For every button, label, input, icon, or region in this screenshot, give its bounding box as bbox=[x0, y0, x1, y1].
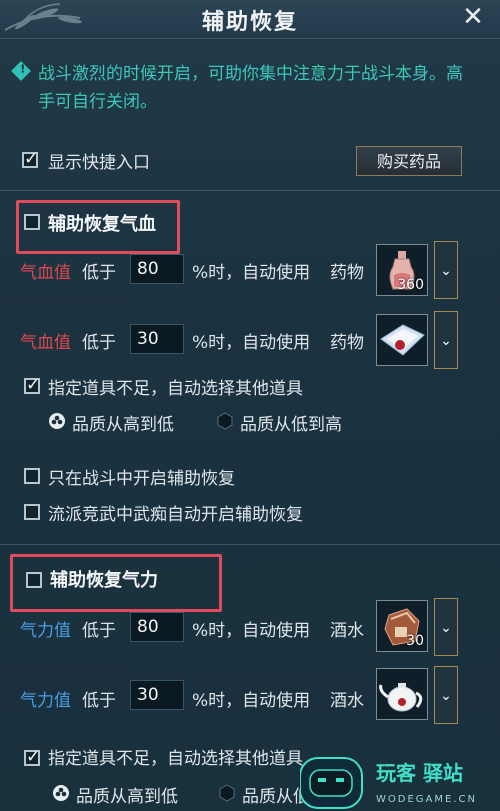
tip-text: 战斗激烈的时候开启，可助你集中注意力于战斗本身。高手可自行关闭。 bbox=[38, 64, 463, 112]
mp-item-slot-2[interactable] bbox=[376, 668, 428, 720]
window-title: 辅助恢复 bbox=[201, 10, 298, 35]
chevron-down-icon[interactable]: ⌄ bbox=[434, 598, 458, 656]
hp-recovery-checkbox[interactable] bbox=[24, 214, 40, 230]
quality-high-to-low-label: 品质从高到低 bbox=[76, 787, 178, 807]
only-in-battle-label: 只在战斗中开启辅助恢复 bbox=[48, 469, 235, 489]
title-bar: 辅助恢复 ✕ bbox=[0, 0, 500, 39]
mp-section-title: 辅助恢复气力 bbox=[50, 570, 158, 591]
hp-auto-select-checkbox[interactable] bbox=[24, 375, 40, 395]
section-divider bbox=[0, 544, 500, 545]
auto-recovery-panel: 辅助恢复 ✕ 战斗激烈的时候开启，可助你集中注意力于战斗本身。高手可自行关闭。 … bbox=[0, 0, 500, 811]
mp-auto-select-checkbox[interactable] bbox=[24, 747, 40, 767]
mp-stat-label: 气力值 bbox=[20, 621, 71, 641]
close-icon[interactable]: ✕ bbox=[460, 4, 486, 30]
hp-stat-label: 气血值 bbox=[20, 263, 71, 283]
auto-use-label: %时，自动使用 bbox=[192, 263, 311, 283]
radio-selected-icon[interactable] bbox=[52, 784, 70, 802]
school-arena-label: 流派竞武中武痴自动开启辅助恢复 bbox=[48, 505, 303, 525]
item-type-label: 酒水 bbox=[330, 691, 364, 711]
info-icon bbox=[11, 61, 31, 81]
below-label: 低于 bbox=[82, 621, 116, 641]
teapot-icon bbox=[379, 683, 423, 712]
item-type-label: 酒水 bbox=[330, 621, 364, 641]
hp-auto-select-label: 指定道具不足，自动选择其他道具 bbox=[48, 379, 303, 399]
hp-item-slot-1[interactable]: 360 bbox=[376, 244, 428, 296]
auto-use-label: %时，自动使用 bbox=[192, 691, 311, 711]
radio-selected-icon[interactable] bbox=[48, 412, 66, 430]
show-shortcut-label: 显示快捷入口 bbox=[48, 153, 150, 173]
below-label: 低于 bbox=[82, 263, 116, 283]
mp-stat-label: 气力值 bbox=[20, 691, 71, 711]
show-shortcut-checkbox[interactable] bbox=[22, 149, 38, 169]
item-quantity: 30 bbox=[406, 633, 424, 649]
hp-stat-label: 气血值 bbox=[20, 333, 71, 353]
quality-low-to-high-label: 品质从低到高 bbox=[240, 415, 342, 435]
mp-threshold-input-2[interactable]: 30 bbox=[130, 680, 184, 710]
mp-threshold-input-1[interactable]: 80 bbox=[130, 612, 184, 642]
mp-auto-select-label: 指定道具不足，自动选择其他道具 bbox=[48, 749, 303, 769]
hp-threshold-input-2[interactable]: 30 bbox=[130, 324, 184, 354]
item-type-label: 药物 bbox=[330, 333, 364, 353]
only-in-battle-checkbox[interactable] bbox=[24, 468, 40, 484]
radio-unselected-icon[interactable] bbox=[216, 412, 234, 430]
item-quantity: 360 bbox=[397, 277, 424, 293]
quality-high-to-low-label: 品质从高到低 bbox=[72, 415, 174, 435]
chevron-down-icon[interactable]: ⌄ bbox=[434, 666, 458, 724]
section-divider bbox=[0, 190, 500, 191]
svg-text:WODEGAME.CN: WODEGAME.CN bbox=[376, 794, 477, 805]
chevron-down-icon[interactable]: ⌄ bbox=[434, 241, 458, 299]
chevron-down-icon[interactable]: ⌄ bbox=[434, 311, 458, 369]
site-watermark-logo: 玩客 驿站 WODEGAME.CN bbox=[300, 757, 477, 809]
buy-medicine-button[interactable]: 购买药品 bbox=[356, 146, 462, 176]
radio-unselected-icon[interactable] bbox=[218, 784, 236, 802]
below-label: 低于 bbox=[82, 333, 116, 353]
item-type-label: 药物 bbox=[330, 263, 364, 283]
medicine-packet-icon bbox=[380, 324, 425, 356]
hp-item-slot-2[interactable] bbox=[376, 314, 428, 366]
hp-threshold-input-1[interactable]: 80 bbox=[130, 254, 184, 284]
below-label: 低于 bbox=[82, 691, 116, 711]
hp-section-title: 辅助恢复气血 bbox=[48, 214, 156, 235]
mp-item-slot-1[interactable]: 30 bbox=[376, 600, 428, 652]
mp-recovery-checkbox[interactable] bbox=[26, 572, 42, 588]
svg-text:玩客 驿站: 玩客 驿站 bbox=[376, 761, 463, 785]
auto-use-label: %时，自动使用 bbox=[192, 621, 311, 641]
auto-use-label: %时，自动使用 bbox=[192, 333, 311, 353]
school-arena-checkbox[interactable] bbox=[24, 504, 40, 520]
